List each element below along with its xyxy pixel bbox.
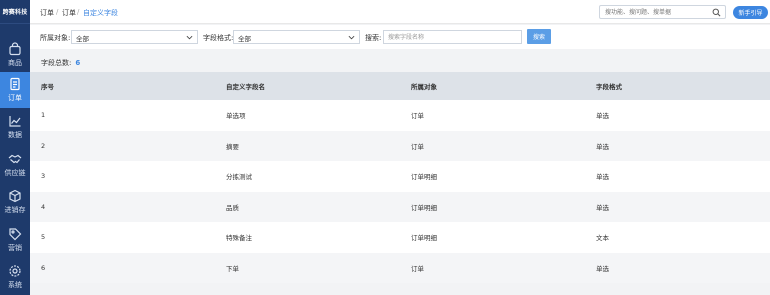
table-row[interactable]: 2 摘要 订单 单选 bbox=[30, 130, 770, 161]
box-cycle-icon bbox=[9, 189, 21, 203]
table-row[interactable]: 5 特殊备注 订单明细 文本 bbox=[30, 222, 770, 253]
row-owner: 订单明细 bbox=[411, 203, 437, 212]
sidebar-item-label: 营销 bbox=[8, 244, 22, 252]
keyword-input[interactable] bbox=[388, 32, 516, 43]
chevron-down-icon bbox=[186, 35, 193, 40]
sidebar-item-products[interactable]: 商品 bbox=[0, 37, 30, 73]
breadcrumb-separator: / bbox=[77, 8, 80, 16]
handshake-icon bbox=[8, 154, 22, 164]
brand-logo: 跨赛科技 bbox=[0, 0, 30, 24]
row-format: 单选 bbox=[596, 173, 609, 182]
row-field-name: 分拣测试 bbox=[226, 173, 252, 182]
row-owner: 订单明细 bbox=[411, 234, 437, 243]
owner-select[interactable]: 全部 bbox=[71, 30, 198, 44]
format-filter-label: 字段格式: bbox=[203, 34, 234, 42]
row-index: 4 bbox=[41, 202, 46, 211]
sidebar-item-supply-chain[interactable]: 供应链 bbox=[0, 147, 30, 183]
format-select[interactable]: 全部 bbox=[233, 30, 360, 44]
row-index: 5 bbox=[41, 233, 46, 242]
row-index: 6 bbox=[41, 263, 46, 272]
row-format: 单选 bbox=[596, 112, 609, 121]
sidebar-item-label: 系统 bbox=[8, 281, 22, 289]
chevron-down-icon bbox=[348, 35, 355, 40]
sidebar: 跨赛科技 商品 订单 数据 供应链 进销存 营销 系统 bbox=[0, 0, 30, 295]
beginner-guide-button[interactable]: 新手引导 bbox=[733, 6, 768, 19]
sidebar-item-label: 供应链 bbox=[4, 169, 26, 177]
sidebar-item-system[interactable]: 系统 bbox=[0, 259, 30, 295]
gear-icon bbox=[9, 265, 21, 277]
sidebar-item-data[interactable]: 数据 bbox=[0, 109, 30, 145]
global-search[interactable] bbox=[599, 5, 726, 19]
breadcrumb-separator: / bbox=[56, 8, 59, 16]
column-header-format: 字段格式 bbox=[596, 83, 622, 91]
row-owner: 订单 bbox=[411, 142, 424, 151]
global-search-input[interactable] bbox=[605, 7, 710, 18]
row-format: 单选 bbox=[596, 142, 609, 151]
row-field-name: 单选项 bbox=[226, 112, 246, 121]
sidebar-item-label: 订单 bbox=[8, 94, 22, 102]
row-field-name: 品质 bbox=[226, 203, 239, 212]
row-format: 单选 bbox=[596, 264, 609, 273]
sidebar-item-marketing[interactable]: 营销 bbox=[0, 222, 30, 258]
column-header-owner: 所属对象 bbox=[411, 83, 437, 91]
row-field-name: 摘要 bbox=[226, 142, 239, 151]
line-chart-icon bbox=[9, 116, 21, 127]
search-button[interactable]: 搜索 bbox=[527, 29, 551, 44]
top-bar: 订单 / 订单 / 自定义字段 新手引导 bbox=[30, 0, 770, 24]
table-row[interactable]: 1 单选项 订单 单选 bbox=[30, 100, 770, 131]
order-doc-icon bbox=[10, 77, 20, 91]
owner-filter-label: 所属对象: bbox=[40, 34, 71, 42]
row-format: 单选 bbox=[596, 203, 609, 212]
table-header: 序号 自定义字段名 所属对象 字段格式 bbox=[30, 72, 770, 100]
column-header-field-name: 自定义字段名 bbox=[226, 83, 265, 91]
search-icon[interactable] bbox=[712, 8, 721, 17]
field-count: 字段总数: 6 bbox=[41, 58, 80, 68]
row-index: 1 bbox=[41, 111, 46, 120]
owner-select-value: 全部 bbox=[76, 35, 89, 43]
row-index: 2 bbox=[41, 141, 46, 150]
column-header-index: 序号 bbox=[41, 83, 54, 91]
sidebar-item-label: 进销存 bbox=[4, 206, 26, 214]
row-owner: 订单 bbox=[411, 112, 424, 121]
tag-icon bbox=[9, 228, 22, 241]
sidebar-item-inventory[interactable]: 进销存 bbox=[0, 184, 30, 220]
table-row[interactable]: 6 下单 订单 单选 bbox=[30, 252, 770, 283]
keyword-label: 搜索: bbox=[365, 34, 382, 42]
custom-fields-table: 序号 自定义字段名 所属对象 字段格式 1 单选项 订单 单选 2 摘要 订单 … bbox=[30, 72, 770, 283]
row-index: 3 bbox=[41, 172, 46, 181]
row-field-name: 特殊备注 bbox=[226, 234, 252, 243]
format-select-value: 全部 bbox=[238, 35, 251, 43]
row-owner: 订单 bbox=[411, 264, 424, 273]
filter-bar: 所属对象: 全部 字段格式: 全部 搜索: 搜索 bbox=[30, 25, 770, 49]
bag-icon bbox=[9, 42, 21, 56]
row-format: 文本 bbox=[596, 234, 609, 243]
breadcrumb-orders[interactable]: 订单 bbox=[40, 8, 54, 18]
field-count-value: 6 bbox=[75, 59, 81, 67]
table-row[interactable]: 4 品质 订单明细 单选 bbox=[30, 191, 770, 222]
keyword-field[interactable] bbox=[383, 30, 522, 44]
table-row[interactable]: 3 分拣测试 订单明细 单选 bbox=[30, 161, 770, 192]
sidebar-item-label: 商品 bbox=[8, 59, 22, 67]
sidebar-item-orders[interactable]: 订单 bbox=[0, 72, 30, 108]
field-count-label: 字段总数: bbox=[41, 59, 72, 67]
breadcrumb-current: 自定义字段 bbox=[83, 9, 118, 17]
row-owner: 订单明细 bbox=[411, 173, 437, 182]
row-field-name: 下单 bbox=[226, 264, 239, 273]
sidebar-item-label: 数据 bbox=[8, 131, 22, 139]
breadcrumb-orders-sub[interactable]: 订单 bbox=[62, 8, 76, 18]
